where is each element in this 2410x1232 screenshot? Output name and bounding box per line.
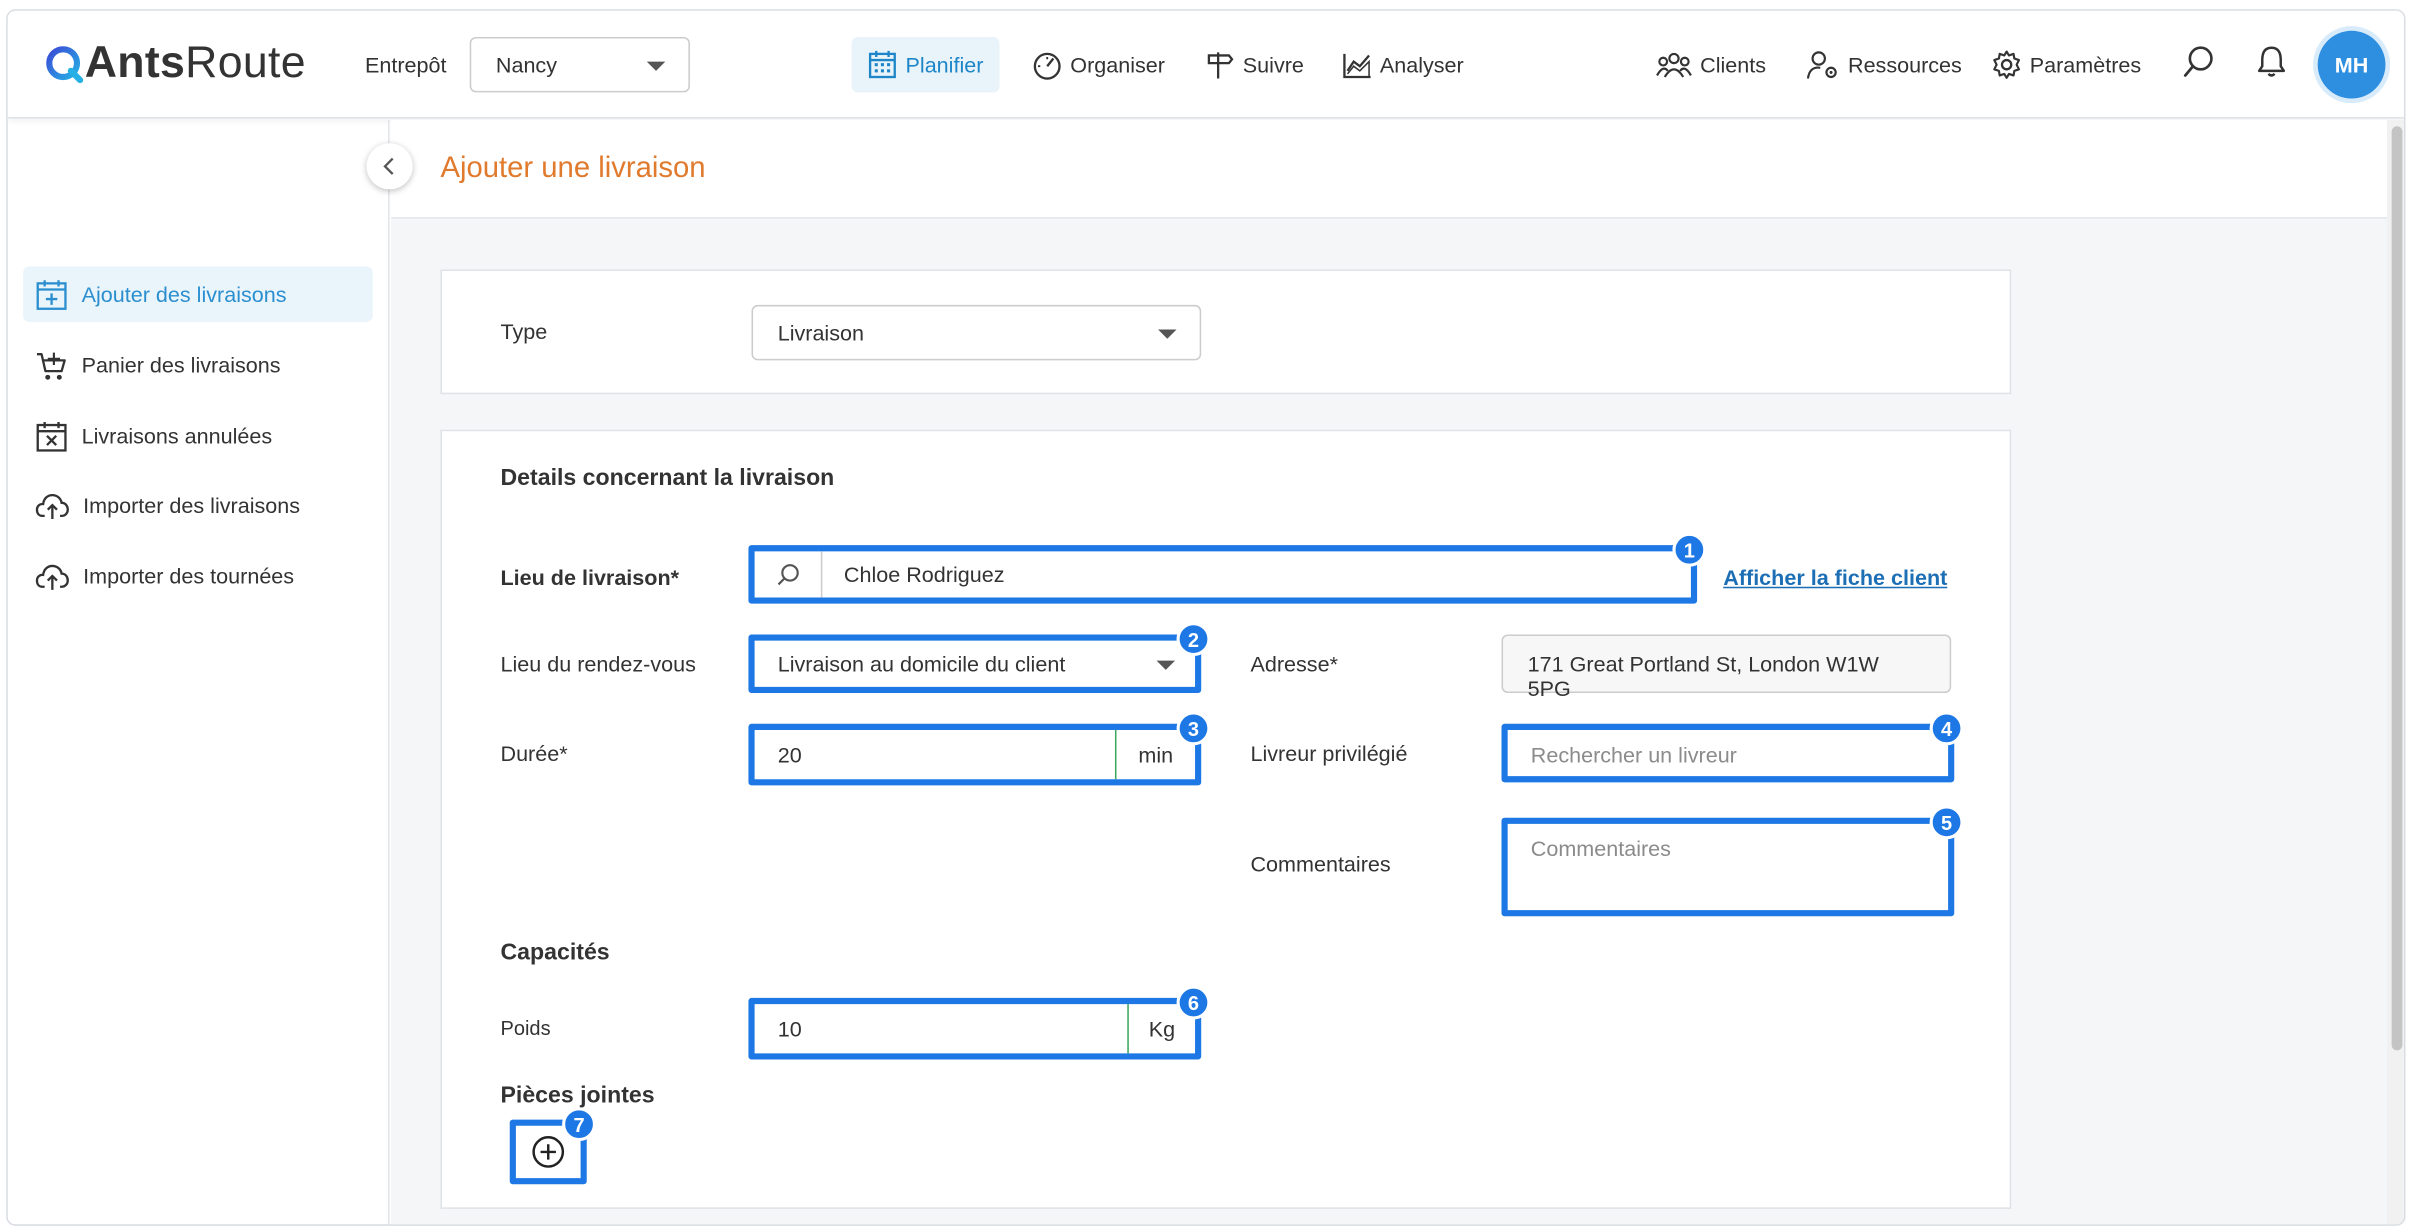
cart-icon bbox=[36, 351, 66, 379]
page-title: Ajouter une livraison bbox=[440, 152, 706, 185]
page-header: Ajouter une livraison bbox=[391, 120, 2387, 219]
sidebar: Ajouter des livraisons Panier des livrai… bbox=[8, 120, 390, 1225]
signpost-icon bbox=[1207, 52, 1234, 79]
main-content: Ajouter une livraison Type Livraison Det… bbox=[366, 120, 2387, 1225]
bell-icon[interactable] bbox=[2256, 45, 2287, 79]
sidebar-item-label: Ajouter des livraisons bbox=[81, 281, 287, 307]
chevron-left-icon bbox=[383, 157, 394, 175]
duree-label: Durée* bbox=[500, 740, 568, 766]
rdv-select[interactable]: Livraison au domicile du client bbox=[748, 634, 1202, 693]
sidebar-item-label: Importer des livraisons bbox=[83, 492, 301, 518]
sidebar-item-importer-tournees[interactable]: Importer des tournées bbox=[23, 548, 373, 603]
callout-badge: 5 bbox=[1929, 805, 1964, 840]
details-title: Details concernant la livraison bbox=[500, 465, 835, 492]
type-select[interactable]: Livraison bbox=[751, 304, 1202, 361]
rdv-value: Livraison au domicile du client bbox=[777, 651, 1066, 677]
sidebar-item-ajouter[interactable]: Ajouter des livraisons bbox=[23, 266, 373, 322]
callout-badge: 3 bbox=[1176, 711, 1211, 746]
nav-label: Ressources bbox=[1848, 52, 1962, 77]
chevron-down-icon bbox=[1158, 329, 1177, 339]
sidebar-item-importer-livraisons[interactable]: Importer des livraisons bbox=[23, 477, 373, 532]
callout-badge: 7 bbox=[562, 1107, 596, 1142]
user-avatar[interactable]: MH bbox=[2317, 30, 2386, 99]
search-icon-box bbox=[755, 551, 823, 598]
livreur-search-input[interactable]: Rechercher un livreur bbox=[1501, 723, 1955, 783]
commentaires-textarea[interactable]: Commentaires bbox=[1501, 817, 1955, 917]
afficher-fiche-client-link[interactable]: Afficher la fiche client bbox=[1723, 565, 1947, 590]
sidebar-item-label: Livraisons annulées bbox=[81, 423, 273, 449]
calendar-icon bbox=[868, 50, 896, 79]
rdv-label: Lieu du rendez-vous bbox=[500, 651, 696, 677]
duree-field[interactable]: 20 min bbox=[748, 723, 1202, 786]
nav-label: Suivre bbox=[1242, 52, 1304, 77]
nav-label: Clients bbox=[1700, 52, 1767, 77]
nav-analyser[interactable]: Analyser bbox=[1326, 37, 1479, 92]
lieu-search-field[interactable]: Chloe Rodriguez bbox=[748, 545, 1698, 604]
calendar-cancel-icon bbox=[36, 421, 67, 451]
lieu-value: Chloe Rodriguez bbox=[843, 562, 1005, 587]
logo-icon bbox=[46, 45, 84, 83]
nav-ressources[interactable]: Ressources bbox=[1791, 37, 1977, 92]
type-value: Livraison bbox=[777, 320, 864, 345]
app-name: AntsRoute bbox=[84, 38, 306, 88]
chevron-down-icon bbox=[1156, 660, 1176, 670]
type-label: Type bbox=[500, 318, 548, 344]
callout-badge: 2 bbox=[1176, 622, 1211, 657]
type-card: Type Livraison bbox=[440, 269, 2012, 395]
poids-label: Poids bbox=[500, 1016, 551, 1040]
warehouse-label: Entrepôt bbox=[364, 52, 447, 77]
app-window: AntsRoute Entrepôt Nancy Planifier Organ… bbox=[6, 9, 2406, 1226]
nav-suivre[interactable]: Suivre bbox=[1189, 37, 1319, 92]
collapse-sidebar-button[interactable] bbox=[366, 143, 413, 190]
cloud-upload-icon bbox=[35, 493, 69, 519]
nav-label: Analyser bbox=[1379, 52, 1464, 77]
chart-icon bbox=[1343, 53, 1371, 79]
duree-value: 20 bbox=[777, 742, 802, 767]
search-icon[interactable] bbox=[2182, 45, 2216, 79]
nav-parametres[interactable]: Paramètres bbox=[1976, 37, 2157, 92]
gauge-icon bbox=[1033, 52, 1061, 80]
poids-field[interactable]: 10 Kg bbox=[748, 997, 1202, 1060]
livreur-label: Livreur privilégié bbox=[1250, 740, 1408, 766]
scrollbar-thumb[interactable] bbox=[2391, 126, 2403, 1051]
plus-circle-icon bbox=[532, 1136, 565, 1168]
poids-value: 10 bbox=[777, 1016, 802, 1042]
callout-badge: 4 bbox=[1929, 711, 1964, 746]
warehouse-value: Nancy bbox=[495, 52, 557, 77]
adresse-value: 171 Great Portland St, London W1W 5PG bbox=[1527, 651, 1879, 701]
users-icon bbox=[1656, 52, 1692, 78]
cloud-upload-icon bbox=[35, 564, 69, 590]
top-bar: AntsRoute Entrepôt Nancy Planifier Organ… bbox=[7, 10, 2404, 119]
commentaires-label: Commentaires bbox=[1250, 851, 1391, 877]
scrollbar[interactable] bbox=[2387, 120, 2404, 1225]
callout-badge: 1 bbox=[1672, 532, 1707, 567]
calendar-add-icon bbox=[36, 279, 67, 310]
sidebar-item-label: Importer des tournées bbox=[83, 563, 295, 589]
gear-icon bbox=[1993, 50, 2021, 79]
sidebar-item-panier[interactable]: Panier des livraisons bbox=[23, 337, 373, 392]
lieu-label: Lieu de livraison* bbox=[500, 565, 680, 590]
nav-label: Organiser bbox=[1070, 52, 1165, 77]
nav-label: Paramètres bbox=[2029, 52, 2142, 77]
sidebar-item-label: Panier des livraisons bbox=[81, 352, 281, 378]
nav-organiser[interactable]: Organiser bbox=[1016, 37, 1180, 92]
nav-planifier[interactable]: Planifier bbox=[851, 36, 999, 93]
capacites-title: Capacités bbox=[500, 939, 610, 966]
warehouse-select[interactable]: Nancy bbox=[469, 36, 690, 93]
pieces-jointes-title: Pièces jointes bbox=[500, 1082, 655, 1109]
search-icon bbox=[776, 564, 799, 586]
adresse-label: Adresse* bbox=[1250, 651, 1338, 677]
nav-clients[interactable]: Clients bbox=[1640, 37, 1781, 92]
adresse-field[interactable]: 171 Great Portland St, London W1W 5PG bbox=[1501, 634, 1952, 701]
chevron-down-icon bbox=[646, 61, 666, 71]
user-gear-icon bbox=[1806, 51, 1837, 79]
antsroute-logo[interactable]: AntsRoute bbox=[45, 39, 306, 90]
sidebar-item-annulees[interactable]: Livraisons annulées bbox=[23, 408, 373, 463]
nav-label: Planifier bbox=[905, 52, 984, 77]
callout-badge: 6 bbox=[1176, 985, 1211, 1020]
details-card: Details concernant la livraison Lieu de … bbox=[440, 429, 2012, 1209]
